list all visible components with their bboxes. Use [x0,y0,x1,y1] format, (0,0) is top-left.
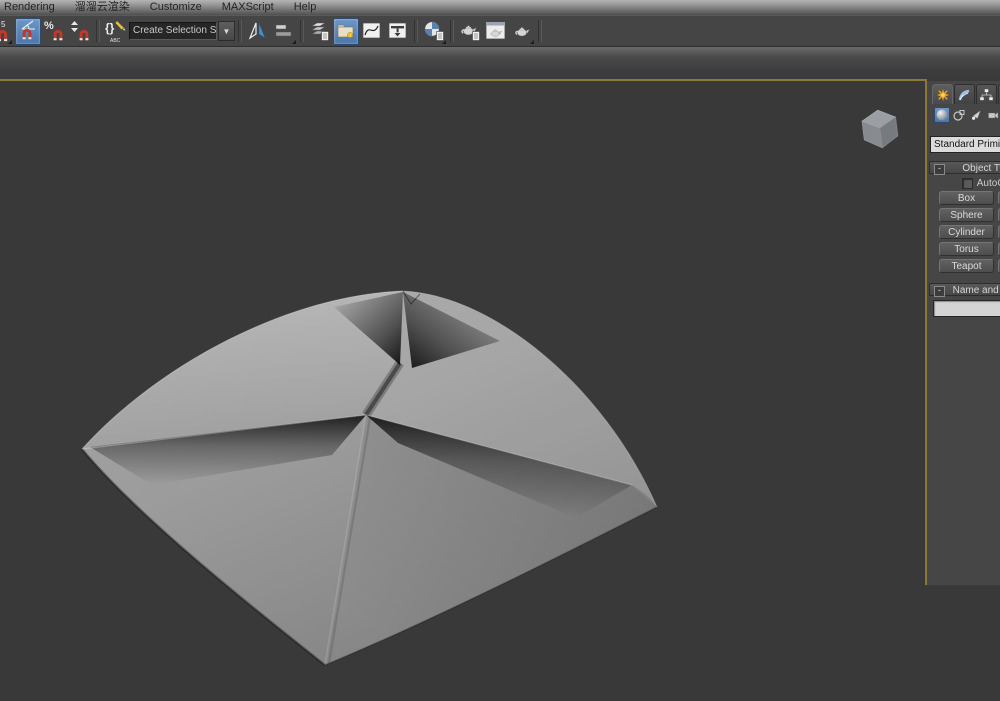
curve-editor-icon [361,20,383,42]
tab-create[interactable] [932,84,953,104]
flyout-corner [442,40,446,44]
object-type-rollout-header[interactable]: - Object Type [929,161,1000,174]
menu-maxscript[interactable]: MAXScript [212,0,284,15]
viewport-canvas [0,81,925,696]
menu-bar: Rendering 溜溜云渲染 Customize MAXScript Help [0,0,1000,15]
object-type-buttons: Box Sphere Cylinder Torus Teapot [939,191,1000,273]
toolbar-separator [300,20,304,42]
menu-help[interactable]: Help [284,0,327,15]
torus-button[interactable]: Torus [939,242,994,256]
geometry-sphere-icon [936,109,948,121]
angle-snap-button[interactable] [15,18,41,45]
mirror-icon [247,20,269,42]
autogrid-label: AutoGrid [977,178,1000,189]
edit-named-selections-button[interactable]: {} ABC [103,18,129,45]
layer-manager-button[interactable] [307,18,333,45]
svg-text:{}: {} [105,21,115,35]
primitives-category-dropdown[interactable]: Standard Primiti [930,136,1000,153]
flyout-corner [292,40,296,44]
percent-snap-icon: % [43,19,65,43]
box-button[interactable]: Box [939,191,994,205]
scene-explorer-toggle-button[interactable] [333,18,359,45]
flyout-corner [530,40,534,44]
cylinder-button[interactable]: Cylinder [939,225,994,239]
render-setup-icon [458,19,482,43]
spinner-snap-icon [69,19,91,43]
command-panel: Standard Primiti - Object Type AutoGrid … [927,81,1000,585]
rendered-frame-window-button[interactable] [483,18,509,45]
toolbar-separator [238,20,242,42]
selection-set-dropdown[interactable]: Create Selection Se [129,22,217,40]
modify-bend-icon [958,88,972,102]
hierarchy-icon [979,88,994,102]
svg-text:ABC: ABC [110,38,121,44]
named-selection-sets-icon: {} ABC [104,18,128,44]
schematic-view-button[interactable] [385,18,411,45]
autogrid-checkbox[interactable] [962,178,973,189]
lights-icon [970,109,982,121]
percent-snap-button[interactable]: % [41,18,67,45]
render-setup-button[interactable] [457,18,483,45]
menu-rendering[interactable]: Rendering [0,0,65,15]
material-editor-button[interactable] [421,18,447,45]
svg-text:5: 5 [1,20,6,29]
perspective-viewport[interactable] [0,81,925,696]
shapes-icon [953,109,965,121]
flyout-corner [8,40,12,44]
curve-editor-button[interactable] [359,18,385,45]
mirror-button[interactable] [245,18,271,45]
patch-surface-object[interactable] [82,291,657,665]
toolbar-separator [450,20,454,42]
tab-hierarchy[interactable] [976,84,997,104]
main-toolbar: 5 % {} ABC Create Select [0,15,1000,47]
menu-cloud-render[interactable]: 溜溜云渲染 [65,0,140,15]
cameras-icon [987,109,999,121]
angle-snap-icon [18,20,38,42]
align-button[interactable] [271,18,297,45]
category-geometry-button[interactable] [934,107,950,123]
menu-customize[interactable]: Customize [140,0,212,15]
rendered-frame-icon [484,19,508,43]
toolbar-separator [414,20,418,42]
command-panel-tabs [932,84,1000,104]
viewport-active-border-top [0,79,927,81]
sphere-button[interactable]: Sphere [939,208,994,222]
render-production-button[interactable] [509,18,535,45]
tab-modify[interactable] [954,84,975,104]
create-category-row [934,107,1000,123]
toolbar-separator [96,20,100,42]
folder-light-icon [336,21,356,41]
selection-set-dropdown-arrow[interactable]: ▼ [218,21,235,41]
toolbar-gap-strip [0,47,1000,80]
snaps-toggle-button[interactable]: 5 [0,18,13,45]
align-icon [274,21,294,41]
svg-text:%: % [44,20,54,32]
schematic-view-icon [387,20,409,42]
category-cameras-button[interactable] [985,107,1000,123]
category-shapes-button[interactable] [951,107,967,123]
layers-icon [309,20,331,42]
object-name-field[interactable] [933,300,1000,317]
name-color-rollout-header[interactable]: - Name and Color [929,283,1000,296]
toolbar-separator [538,20,542,42]
collapse-minus-box[interactable]: - [934,286,945,297]
viewcube[interactable] [854,104,906,154]
collapse-minus-box[interactable]: - [934,164,945,175]
spinner-snap-button[interactable] [67,18,93,45]
category-lights-button[interactable] [968,107,984,123]
name-color-rollout-title: Name and Color [953,285,1000,296]
create-sun-icon [936,88,950,102]
teapot-button[interactable]: Teapot [939,259,994,273]
autogrid-row: AutoGrid [929,177,1000,189]
object-type-rollout-title: Object Type [962,163,1000,174]
